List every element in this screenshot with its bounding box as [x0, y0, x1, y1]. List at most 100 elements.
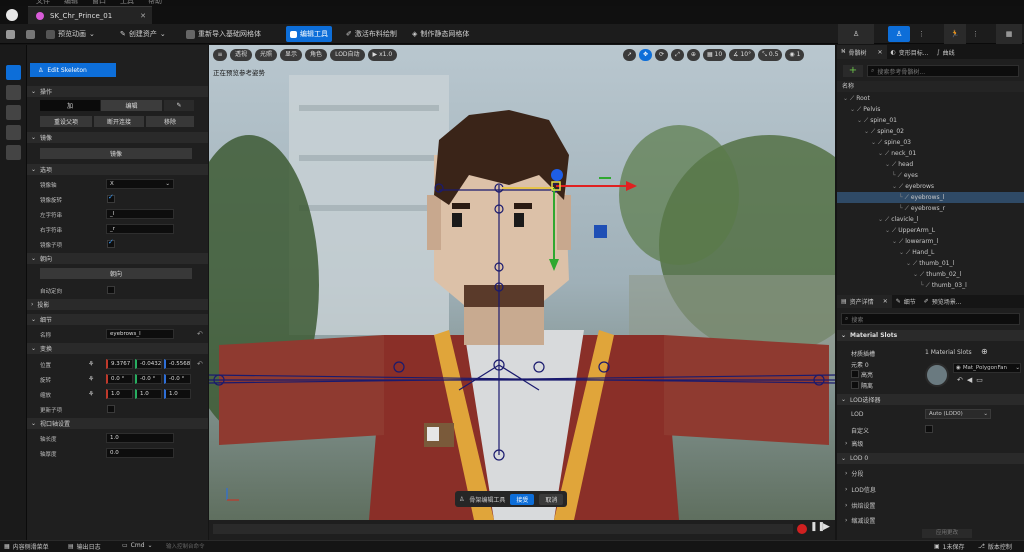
move-mode-icon[interactable]: [6, 85, 21, 100]
mesh-mode-button[interactable]: ♙: [888, 26, 910, 42]
reset-icon[interactable]: ↶: [957, 376, 963, 384]
close-icon[interactable]: ✕: [878, 49, 883, 56]
bone-name-input[interactable]: eyebrows_l: [106, 329, 174, 339]
axis-thickness-input[interactable]: 0.0: [106, 448, 174, 458]
bone-tree-row[interactable]: └ ⟋ thumb_03_l: [837, 280, 1024, 290]
blueprint-mode-button[interactable]: ▦: [996, 24, 1022, 44]
tab-preview-scene[interactable]: ✐ 预览场景...: [920, 295, 966, 308]
apply-changes-button[interactable]: 应用更改: [922, 529, 972, 538]
bone-tree-row[interactable]: ⌄ ⟋ head: [837, 159, 1024, 170]
bone-tree-row[interactable]: ⌄ ⟋ eyebrows: [837, 181, 1024, 192]
play-icon[interactable]: ▶: [823, 522, 830, 532]
bone-tree-row[interactable]: ⌄ ⟋ spine_03: [837, 137, 1024, 148]
weight-mode-icon[interactable]: [6, 125, 21, 140]
tab-asset-details[interactable]: ▤ 资产详情 ✕: [837, 295, 892, 308]
scale-x-input[interactable]: 1.0: [106, 389, 133, 399]
add-slot-icon[interactable]: ⊕: [981, 347, 988, 356]
create-asset-button[interactable]: ✎ 创建资产 ⌄: [120, 24, 166, 44]
bone-search-input[interactable]: ⌕ 搜索参考骨骼树...: [867, 65, 1019, 77]
advanced-row[interactable]: › 高级: [845, 439, 863, 448]
edit-tools-button[interactable]: 编辑工具: [286, 26, 332, 42]
scale-y-input[interactable]: 1.0: [135, 389, 162, 399]
location-z-input[interactable]: -0.5568: [164, 359, 191, 369]
content-drawer-button[interactable]: ▦ 内容侧滑菜单: [4, 542, 49, 551]
bone-tree-row[interactable]: └ ⟋ eyebrows_r: [837, 203, 1024, 214]
more-icon[interactable]: ⋮: [918, 24, 925, 44]
bone-tree-row[interactable]: ⌄ ⟋ Hand_L: [837, 247, 1024, 258]
back-icon[interactable]: ◀: [967, 376, 972, 384]
grid-snap-button[interactable]: ▦ 10: [702, 49, 727, 61]
unsaved-button[interactable]: ▣ 1未保存: [934, 542, 965, 551]
reimport-button[interactable]: 重新导入基础网格体: [186, 24, 261, 44]
tab-morph-targets[interactable]: ◐ 变形目标...: [887, 45, 933, 59]
close-icon[interactable]: ✕: [883, 298, 888, 305]
bone-tree-row[interactable]: ⌄ ⟋ Root: [837, 93, 1024, 104]
edit-bone-button[interactable]: 编辑: [101, 100, 162, 111]
ops-section-header[interactable]: ⌄ 操作: [27, 86, 208, 97]
accept-button[interactable]: 接受: [510, 493, 535, 505]
paint-bone-button[interactable]: ✎: [164, 100, 194, 111]
bone-tree-row[interactable]: ⌄ ⟋ Pelvis: [837, 104, 1024, 115]
angle-snap-button[interactable]: ∡ 10°: [729, 49, 756, 61]
material-slots-header[interactable]: ⌄ Material Slots: [837, 330, 1024, 341]
orient-section-header[interactable]: ⌄ 朝向: [27, 253, 208, 264]
bone-tree-row[interactable]: ⌄ ⟋ clavicle_l: [837, 214, 1024, 225]
preview-animation-button[interactable]: 预览动画 ⌄: [46, 24, 95, 44]
save-button[interactable]: [6, 24, 15, 44]
close-icon[interactable]: ✕: [140, 12, 146, 20]
mirror-button[interactable]: 镜像: [40, 148, 192, 159]
axis-length-input[interactable]: 1.0: [106, 433, 174, 443]
settings-mode-icon[interactable]: [6, 145, 21, 160]
details-search-input[interactable]: ⌕ 搜索: [841, 313, 1020, 325]
scale-z-input[interactable]: 1.0: [164, 389, 191, 399]
scale-snap-button[interactable]: ⤡ 0.5: [758, 49, 783, 61]
custom-checkbox[interactable]: [925, 425, 933, 433]
reset-icon[interactable]: ↶: [197, 360, 203, 368]
sub-section-reduction[interactable]: › 缩减设置: [845, 516, 875, 525]
update-children-checkbox[interactable]: [107, 405, 115, 413]
bone-tree-row[interactable]: └ ⟋ eyebrows_l: [837, 192, 1024, 203]
animation-mode-button[interactable]: 🏃: [944, 24, 966, 44]
cloth-paint-button[interactable]: ✐ 激活布料绘制: [346, 24, 397, 44]
character-button[interactable]: 角色: [305, 49, 328, 61]
isolate-checkbox[interactable]: [851, 381, 859, 389]
add-icon[interactable]: +: [843, 65, 863, 77]
console-input[interactable]: 输入控制台命令: [166, 542, 266, 551]
perspective-button[interactable]: 透视: [230, 49, 253, 61]
skeleton-edit-mode-icon[interactable]: [6, 65, 21, 80]
move-tool-button[interactable]: ✥: [639, 49, 653, 61]
bone-tree-row[interactable]: ⌄ ⟋ thumb_01_l: [837, 258, 1024, 269]
bone-tree-row[interactable]: ⌄ ⟋ spine_02: [837, 126, 1024, 137]
scale-tool-button[interactable]: ⤢: [671, 49, 684, 61]
edit-skeleton-button[interactable]: ♙ Edit Skeleton: [30, 63, 116, 77]
tab-skeleton-tree[interactable]: ⛕ 骨骼树 ✕: [837, 45, 887, 59]
sub-section-lod-info[interactable]: › LOD信息: [845, 485, 876, 494]
source-control-button[interactable]: ⎇ 版本控制: [978, 542, 1012, 551]
tab-curves[interactable]: ∫ 曲线: [933, 45, 959, 59]
paint-mode-icon[interactable]: [6, 105, 21, 120]
record-icon[interactable]: [797, 524, 807, 534]
lod0-header[interactable]: ⌄ LOD 0: [837, 453, 1024, 464]
location-y-input[interactable]: -0.0432: [135, 359, 162, 369]
transform-section-header[interactable]: ⌄ 变换: [27, 343, 208, 354]
orient-button[interactable]: 朝向: [40, 268, 192, 279]
playback-speed-button[interactable]: ▶ x1.0: [367, 49, 398, 61]
space-toggle-icon[interactable]: ⚘: [88, 375, 94, 383]
auto-orient-checkbox[interactable]: [107, 286, 115, 294]
sub-section-sections[interactable]: › 分段: [845, 469, 863, 478]
mirror-section-header[interactable]: ⌄ 镜像: [27, 132, 208, 143]
viewport-axis-section-header[interactable]: ⌄ 视口轴设置: [27, 418, 208, 429]
mirror-children-checkbox[interactable]: [107, 238, 115, 248]
rotation-y-input[interactable]: -0.0 °: [135, 374, 162, 384]
browse-button[interactable]: [26, 24, 35, 44]
browse-icon[interactable]: ▭: [976, 376, 983, 384]
viewport[interactable]: ≡ 透视 光照 显示 角色 LOD自动 ▶ x1.0 ➚ ✥ ⟳ ⤢ ⊕ ▦ 1…: [209, 45, 835, 520]
remove-bone-button[interactable]: 移除: [146, 116, 194, 127]
bone-tree-row[interactable]: ⌄ ⟋ thumb_02_l: [837, 269, 1024, 280]
skeleton-mode-button[interactable]: ♙: [838, 24, 874, 44]
bone-tree-row[interactable]: ⌄ ⟋ neck_01: [837, 148, 1024, 159]
rotate-tool-button[interactable]: ⟳: [655, 49, 669, 61]
bone-tree-row[interactable]: ⌄ ⟋ lowerarm_l: [837, 236, 1024, 247]
left-suffix-input[interactable]: _l: [106, 209, 174, 219]
set-parent-button[interactable]: 重设父项: [40, 116, 92, 127]
